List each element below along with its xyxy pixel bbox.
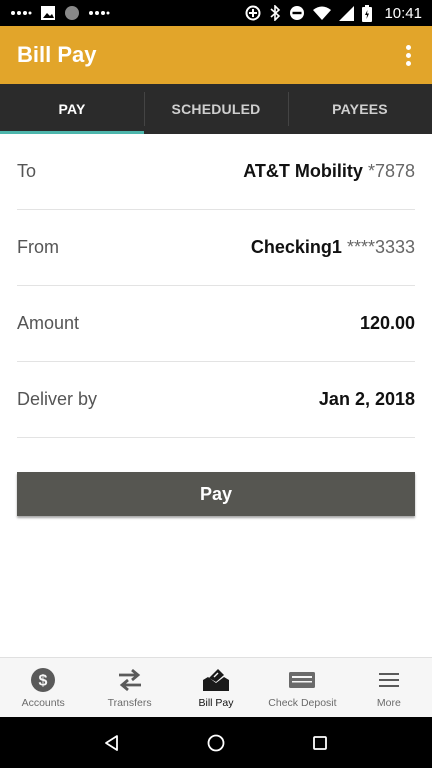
transfer-arrows-icon [117, 666, 143, 694]
image-icon [40, 5, 56, 21]
nav-label: Transfers [107, 697, 152, 709]
deliver-by-value[interactable]: Jan 2, 2018 [319, 389, 415, 410]
nav-label: Accounts [21, 697, 65, 709]
nav-label: More [376, 697, 401, 709]
nav-bill-pay[interactable]: Bill Pay [173, 658, 259, 717]
do-not-disturb-icon [289, 5, 305, 21]
back-icon[interactable] [92, 723, 132, 763]
tab-payees[interactable]: PAYEES [288, 84, 432, 134]
status-left-icons [10, 5, 110, 21]
deliver-by-label: Deliver by [17, 389, 98, 409]
circle-icon [64, 5, 80, 21]
page-title: Bill Pay [17, 42, 97, 67]
bottom-nav: $ Accounts Transfers Bill Pay Check Depo… [0, 657, 432, 717]
app-bar: Bill Pay [0, 26, 432, 84]
bluetooth-icon [269, 5, 281, 21]
nav-check-deposit[interactable]: Check Deposit [259, 658, 345, 717]
cell-signal-icon [339, 5, 355, 21]
hamburger-menu-icon [378, 666, 400, 694]
nav-label: Check Deposit [268, 697, 337, 709]
amount-value[interactable]: 120.00 [360, 313, 415, 334]
from-label: From [17, 237, 59, 257]
check-deposit-icon [288, 666, 316, 694]
from-account-name: Checking1 [250, 237, 342, 257]
bill-pay-icon [202, 666, 230, 694]
from-account-value: Checking1 ****3333 [251, 237, 415, 258]
payee-value: AT&T Mobility *7878 [243, 161, 415, 182]
nav-label: Bill Pay [198, 697, 234, 709]
amount-label: Amount [17, 313, 80, 333]
from-account-mask: ****3333 [346, 237, 415, 257]
from-row[interactable]: From Checking1 ****3333 [17, 210, 415, 286]
svg-text:$: $ [39, 673, 48, 690]
tab-pay[interactable]: PAY [0, 84, 144, 134]
recents-icon[interactable] [300, 723, 340, 763]
nav-transfers[interactable]: Transfers [86, 658, 172, 717]
status-right-icons: 10:41 [245, 4, 422, 22]
payee-name: AT&T Mobility [243, 161, 363, 181]
status-bar: 10:41 [0, 0, 432, 26]
payee-account-mask: *7878 [367, 161, 415, 181]
nav-more[interactable]: More [346, 658, 432, 717]
data-saver-icon [245, 5, 261, 21]
dollar-circle-icon: $ [30, 666, 56, 694]
system-nav-bar [0, 717, 432, 768]
pay-button[interactable]: Pay [17, 472, 415, 516]
to-label: To [17, 161, 37, 181]
status-time: 10:41 [384, 4, 422, 22]
signal-dots-icon [10, 8, 32, 18]
more-vert-icon[interactable] [400, 43, 416, 67]
amount-row[interactable]: Amount 120.00 [17, 286, 415, 362]
signal-dots-icon [88, 8, 110, 18]
battery-icon [362, 4, 373, 22]
to-row[interactable]: To AT&T Mobility *7878 [17, 134, 415, 210]
deliver-by-row[interactable]: Deliver by Jan 2, 2018 [17, 362, 415, 438]
home-icon[interactable] [196, 723, 236, 763]
tab-bar: PAY SCHEDULED PAYEES [0, 84, 432, 134]
nav-accounts[interactable]: $ Accounts [0, 658, 86, 717]
wifi-icon [313, 6, 332, 20]
bill-pay-form: To AT&T Mobility *7878 From Checking1 **… [17, 134, 415, 438]
tab-scheduled[interactable]: SCHEDULED [144, 84, 288, 134]
